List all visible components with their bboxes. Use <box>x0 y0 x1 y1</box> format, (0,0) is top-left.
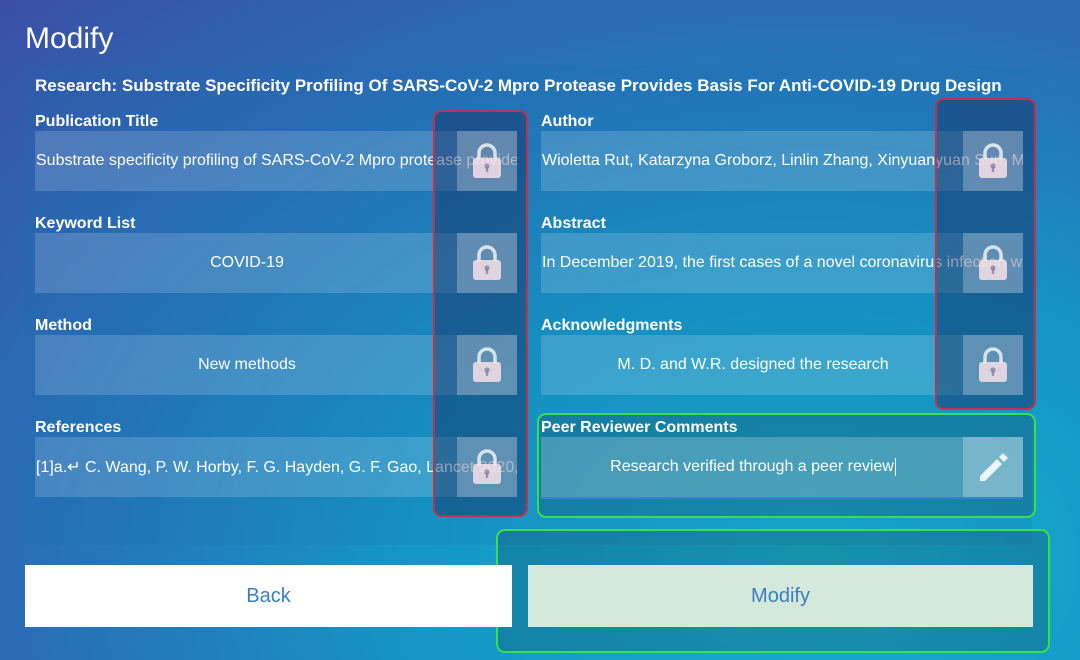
acknowledgments-value: M. D. and W.R. designed the research <box>617 356 889 373</box>
keyword-list-label: Keyword List <box>35 215 136 232</box>
acknowledgments-lock-button[interactable] <box>963 335 1023 395</box>
text-cursor <box>894 457 896 476</box>
keyword-list-value: COVID-19 <box>210 254 284 271</box>
lock-icon <box>473 347 501 382</box>
lock-icon <box>473 449 501 484</box>
abstract-lock-button[interactable] <box>963 233 1023 293</box>
keyword-list-lock-button[interactable] <box>457 233 517 293</box>
lock-icon <box>979 347 1007 382</box>
author-label: Author <box>541 113 594 130</box>
abstract-label: Abstract <box>541 215 606 232</box>
page-title: Modify <box>25 22 114 55</box>
references-label: References <box>35 419 122 436</box>
lock-icon <box>473 245 501 280</box>
method-lock-button[interactable] <box>457 335 517 395</box>
peer-reviewer-comments-value: Research verified through a peer review <box>610 458 894 476</box>
peer-reviewer-comments-input[interactable]: Research verified through a peer review <box>541 437 1023 499</box>
lock-icon <box>979 143 1007 178</box>
references-lock-button[interactable] <box>457 437 517 497</box>
peer-reviewer-edit-button[interactable] <box>963 437 1023 497</box>
peer-reviewer-comments-label: Peer Reviewer Comments <box>541 419 738 436</box>
author-lock-button[interactable] <box>963 131 1023 191</box>
publication-title-label: Publication Title <box>35 113 159 130</box>
method-label: Method <box>35 317 92 334</box>
method-value: New methods <box>198 356 296 373</box>
pencil-icon <box>980 453 1008 481</box>
back-button[interactable]: Back <box>25 565 512 627</box>
lock-icon <box>979 245 1007 280</box>
lock-icon <box>473 143 501 178</box>
research-heading: Research: Substrate Specificity Profilin… <box>35 76 1002 95</box>
publication-title-lock-button[interactable] <box>457 131 517 191</box>
acknowledgments-label: Acknowledgments <box>541 317 683 334</box>
modify-button[interactable]: Modify <box>528 565 1033 627</box>
